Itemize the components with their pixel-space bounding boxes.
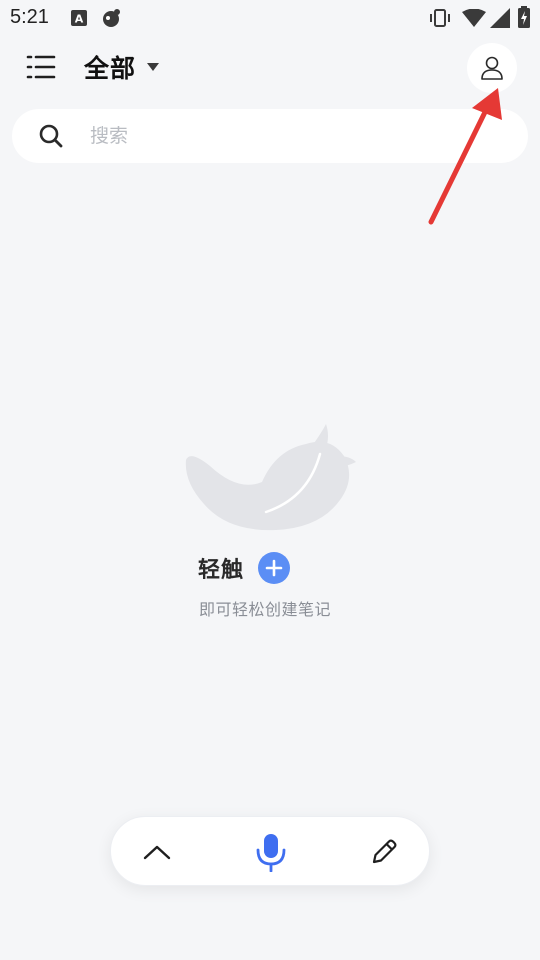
status-time: 5:21 [10, 6, 49, 28]
expand-button[interactable] [130, 825, 184, 879]
vibrate-icon [430, 9, 450, 27]
empty-state-subtitle: 即可轻松创建笔记 [199, 600, 332, 619]
wifi-icon [462, 9, 486, 27]
plus-icon [265, 559, 283, 577]
microphone-icon [256, 834, 286, 872]
add-note-button[interactable] [258, 552, 291, 584]
write-note-button[interactable] [357, 825, 411, 879]
folder-selector[interactable]: 全部 [84, 48, 160, 86]
empty-state-row: 轻触 [198, 550, 291, 586]
search-icon [39, 124, 63, 148]
menu-icon [26, 55, 56, 79]
keyboard-a-icon: A [71, 10, 87, 26]
app-notification-icon [103, 9, 120, 27]
signal-icon [490, 8, 510, 28]
screen: 5:21 A 全部 搜索 轻触 即可轻松创建笔记 [0, 0, 540, 960]
caret-down-icon [147, 63, 160, 71]
pencil-icon [372, 839, 397, 864]
svg-text:A: A [75, 13, 84, 26]
action-bar [110, 816, 430, 886]
red-arrow-icon [428, 88, 502, 225]
voice-input-button[interactable] [244, 825, 298, 879]
menu-button[interactable] [24, 52, 58, 82]
chevron-up-icon [143, 845, 171, 860]
empty-state-title: 轻触 [198, 558, 245, 583]
folder-title: 全部 [84, 54, 137, 83]
feather-icon [185, 424, 356, 531]
battery-charging-icon [518, 6, 530, 28]
user-icon [481, 56, 503, 80]
status-bar: 5:21 A [0, 0, 540, 36]
